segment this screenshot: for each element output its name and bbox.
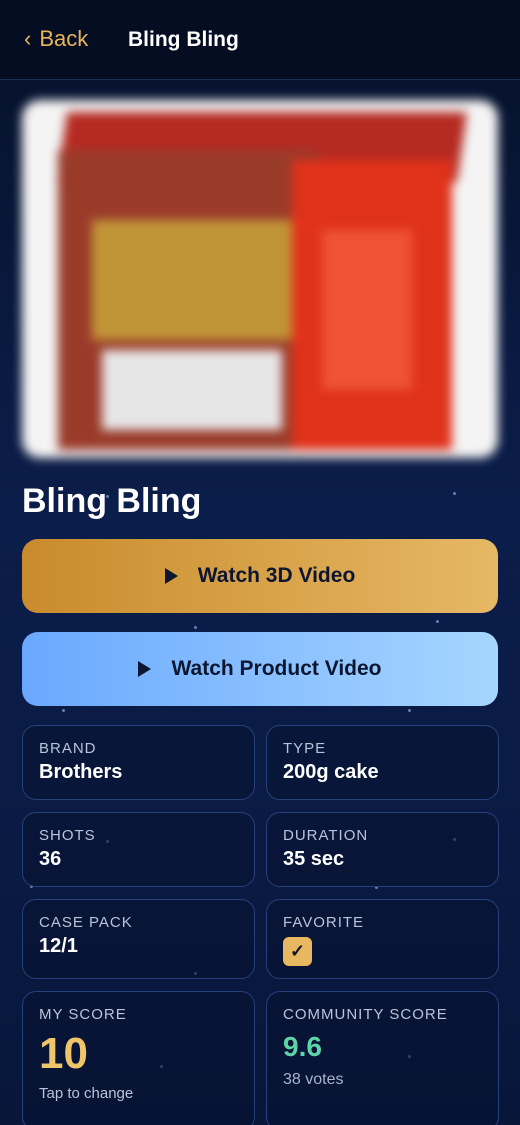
community-votes: 38 votes bbox=[283, 1071, 344, 1088]
my-score-label: MY SCORE bbox=[39, 1006, 127, 1023]
product-image bbox=[22, 100, 498, 458]
shots-value: 36 bbox=[39, 848, 62, 870]
case-pack-card: CASE PACK 12/1 bbox=[22, 899, 255, 979]
watch-3d-video-label: Watch 3D Video bbox=[197, 564, 356, 587]
my-score-hint: Tap to change bbox=[39, 1085, 134, 1102]
case-pack-label: CASE PACK bbox=[39, 914, 133, 931]
product-box-label bbox=[102, 350, 282, 430]
star bbox=[408, 709, 411, 712]
duration-value: 35 sec bbox=[283, 848, 345, 870]
favorite-checkbox[interactable]: ✓ bbox=[283, 937, 312, 966]
shots-card: SHOTS 36 bbox=[22, 812, 255, 887]
product-box-artwork bbox=[92, 220, 292, 340]
community-score-label: COMMUNITY SCORE bbox=[283, 1006, 448, 1023]
watch-3d-video-button[interactable]: Watch 3D Video bbox=[22, 539, 498, 613]
product-name: Bling Bling bbox=[22, 482, 202, 520]
brand-card: BRAND Brothers bbox=[22, 725, 255, 800]
my-score-card[interactable]: MY SCORE 10 Tap to change bbox=[22, 991, 255, 1125]
page-title: Bling Bling bbox=[128, 28, 239, 51]
type-label: TYPE bbox=[283, 740, 327, 757]
favorite-label: FAVORITE bbox=[283, 914, 365, 931]
type-card: TYPE 200g cake bbox=[266, 725, 499, 800]
top-navigation-bar: ‹ Back Bling Bling bbox=[0, 0, 520, 80]
star bbox=[436, 620, 439, 623]
star bbox=[194, 626, 197, 629]
duration-label: DURATION bbox=[283, 827, 369, 844]
watch-product-video-label: Watch Product Video bbox=[171, 657, 382, 680]
case-pack-value: 12/1 bbox=[39, 935, 78, 957]
play-icon bbox=[164, 568, 178, 584]
my-score-value: 10 bbox=[39, 1029, 88, 1078]
duration-card: DURATION 35 sec bbox=[266, 812, 499, 887]
play-icon bbox=[138, 661, 152, 677]
checkmark-icon: ✓ bbox=[289, 941, 306, 961]
star bbox=[453, 492, 456, 495]
type-value: 200g cake bbox=[283, 761, 379, 783]
watch-product-video-button[interactable]: Watch Product Video bbox=[22, 632, 498, 706]
product-box-highlight bbox=[322, 230, 412, 390]
chevron-left-icon: ‹ bbox=[24, 26, 32, 51]
star bbox=[62, 709, 65, 712]
community-score-value: 9.6 bbox=[283, 1031, 322, 1062]
back-button[interactable]: ‹ Back bbox=[24, 26, 88, 52]
favorite-card: FAVORITE ✓ bbox=[266, 899, 499, 979]
brand-label: BRAND bbox=[39, 740, 97, 757]
community-score-card: COMMUNITY SCORE 9.6 38 votes bbox=[266, 991, 499, 1125]
brand-value: Brothers bbox=[39, 761, 123, 783]
shots-label: SHOTS bbox=[39, 827, 96, 844]
back-label: Back bbox=[39, 26, 89, 51]
